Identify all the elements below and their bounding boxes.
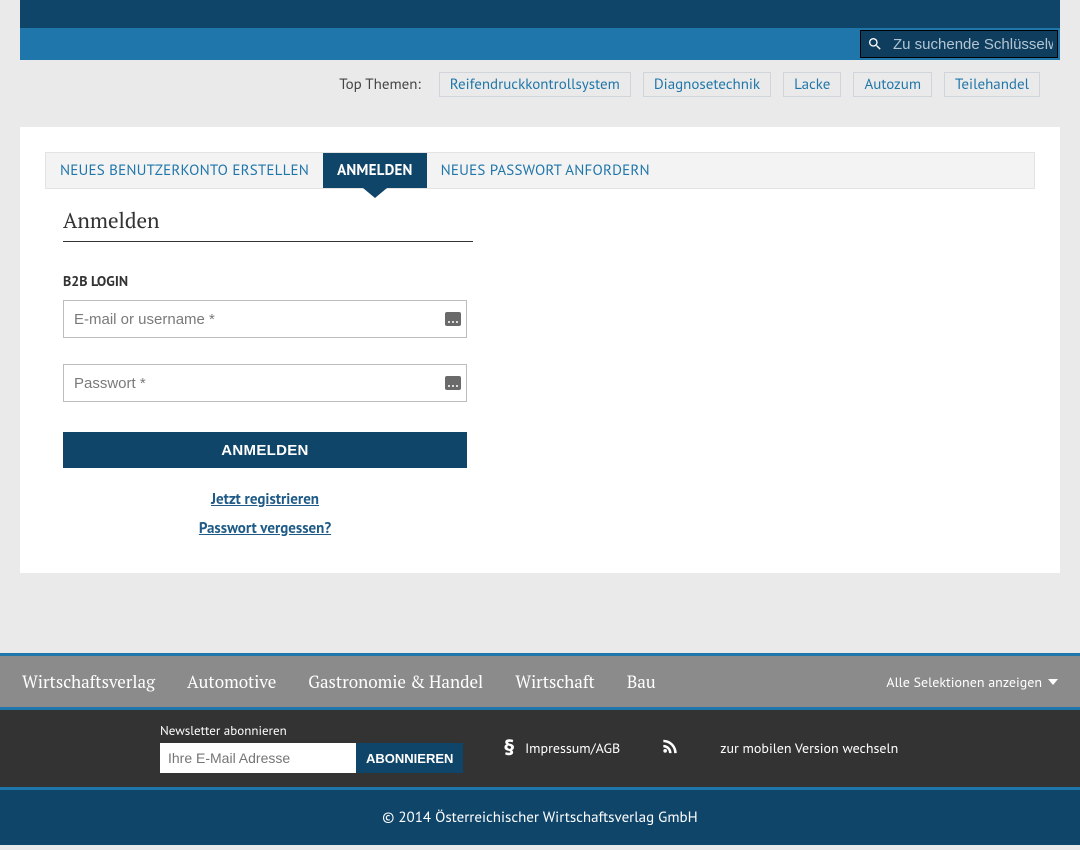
theme-link[interactable]: Teilehandel xyxy=(944,72,1040,97)
impressum-label: Impressum/AGB xyxy=(525,739,620,757)
email-field[interactable] xyxy=(63,300,467,338)
footer-dark-row: Newsletter abonnieren ABONNIEREN § Impre… xyxy=(0,710,1080,787)
input-suffix-icon xyxy=(445,376,461,390)
top-themes-bar: Top Themen: Reifendruckkontrollsystem Di… xyxy=(20,72,1060,97)
forgot-password-link[interactable]: Passwort vergessen? xyxy=(63,519,467,538)
search-box xyxy=(860,30,1058,58)
footer-cat[interactable]: Wirtschaft xyxy=(515,670,595,693)
newsletter-input[interactable] xyxy=(160,743,356,773)
b2b-login-label: B2B LOGIN xyxy=(63,272,1035,290)
theme-link[interactable]: Lacke xyxy=(783,72,841,97)
newsletter-button[interactable]: ABONNIEREN xyxy=(356,743,463,773)
login-links: Jetzt registrieren Passwort vergessen? xyxy=(63,490,467,538)
input-suffix-icon xyxy=(445,312,461,326)
impressum-link[interactable]: § Impressum/AGB xyxy=(503,734,620,762)
newsletter-block: Newsletter abonnieren ABONNIEREN xyxy=(160,722,463,773)
newsletter-label: Newsletter abonnieren xyxy=(160,722,463,739)
theme-link[interactable]: Autozum xyxy=(853,72,932,97)
top-themes-label: Top Themen: xyxy=(339,75,421,94)
footer-cat[interactable]: Wirtschaftsverlag xyxy=(22,670,155,693)
login-card: NEUES BENUTZERKONTO ERSTELLEN ANMELDEN N… xyxy=(20,127,1060,573)
footer-categories: Wirtschaftsverlag Automotive Gastronomie… xyxy=(0,653,1080,710)
email-field-wrap xyxy=(63,300,467,338)
show-all-label: Alle Selektionen anzeigen xyxy=(886,673,1042,691)
header-dark-bar xyxy=(20,0,1060,28)
footer-cat[interactable]: Gastronomie & Handel xyxy=(308,670,483,693)
mobile-version-link[interactable]: zur mobilen Version wechseln xyxy=(720,739,898,757)
header-blue-bar xyxy=(20,28,1060,60)
tab-login[interactable]: ANMELDEN xyxy=(323,153,426,188)
footer-cat[interactable]: Bau xyxy=(627,670,656,693)
show-all-selections[interactable]: Alle Selektionen anzeigen xyxy=(886,673,1058,691)
rss-link[interactable] xyxy=(660,736,680,760)
auth-tabs: NEUES BENUTZERKONTO ERSTELLEN ANMELDEN N… xyxy=(45,152,1035,189)
tab-new-account[interactable]: NEUES BENUTZERKONTO ERSTELLEN xyxy=(46,153,323,188)
tab-new-password[interactable]: NEUES PASSWORT ANFORDERN xyxy=(427,153,664,188)
chevron-down-icon xyxy=(1048,679,1058,685)
login-button[interactable]: ANMELDEN xyxy=(63,432,467,468)
theme-link[interactable]: Diagnosetechnik xyxy=(643,72,771,97)
paragraph-icon: § xyxy=(503,734,515,762)
rss-icon xyxy=(660,736,680,760)
footer: Wirtschaftsverlag Automotive Gastronomie… xyxy=(0,653,1080,845)
password-field[interactable] xyxy=(63,364,467,402)
search-icon[interactable] xyxy=(861,31,889,57)
copyright: © 2014 Österreichischer Wirtschaftsverla… xyxy=(0,787,1080,845)
register-link[interactable]: Jetzt registrieren xyxy=(63,490,467,509)
login-title: Anmelden xyxy=(63,207,473,242)
theme-link[interactable]: Reifendruckkontrollsystem xyxy=(439,72,631,97)
mobile-label: zur mobilen Version wechseln xyxy=(720,739,898,757)
password-field-wrap xyxy=(63,364,467,402)
search-input[interactable] xyxy=(889,31,1057,57)
footer-cat[interactable]: Automotive xyxy=(187,670,276,693)
